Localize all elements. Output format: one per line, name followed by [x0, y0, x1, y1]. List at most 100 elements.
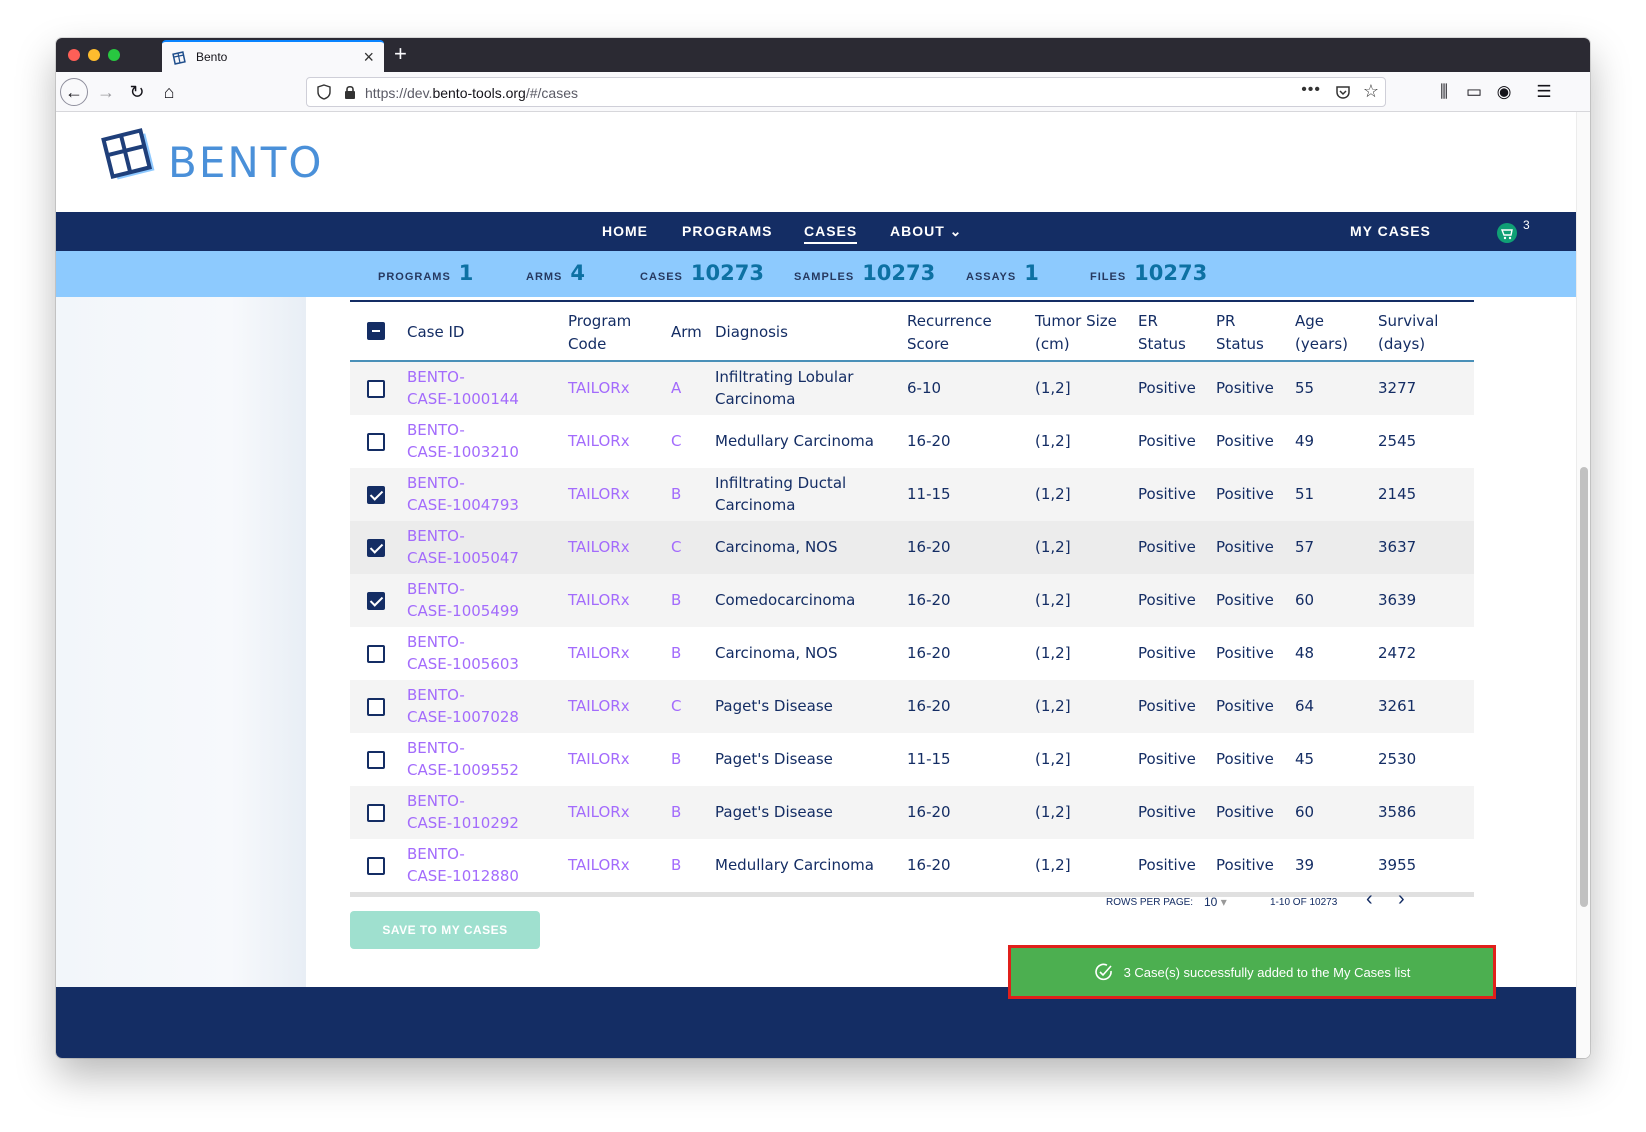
lock-icon[interactable] — [343, 84, 357, 100]
cell-program-code[interactable]: TAILORx — [568, 695, 630, 717]
bento-logo-icon[interactable] — [100, 126, 158, 184]
forward-arrow-icon[interactable]: → — [92, 78, 120, 106]
select-all-checkbox[interactable] — [367, 322, 385, 340]
header-recurrence-score[interactable]: Recurrence Score — [907, 310, 992, 356]
cell-arm[interactable]: B — [671, 748, 681, 770]
url-bar[interactable]: https://dev.bento-tools.org/#/cases ••• … — [306, 77, 1386, 107]
table-row[interactable]: BENTO- CASE-1005047 TAILORx C Carcinoma, NOS… — [350, 521, 1474, 574]
pocket-icon[interactable] — [1335, 84, 1351, 100]
page-actions-icon[interactable]: ••• — [1301, 81, 1321, 99]
cell-case-id[interactable]: BENTO- CASE-1005603 — [407, 631, 519, 675]
cell-case-id[interactable]: BENTO- CASE-1010292 — [407, 790, 519, 834]
cell-er-status: Positive — [1138, 644, 1196, 662]
header-age[interactable]: Age (years) — [1295, 310, 1348, 356]
close-tab-icon[interactable]: × — [363, 47, 374, 68]
table-row[interactable]: BENTO- CASE-1005499 TAILORx B Comedocarcinom… — [350, 574, 1474, 627]
header-case-id[interactable]: Case ID — [407, 321, 464, 344]
table-row[interactable]: BENTO- CASE-1005603 TAILORx B Carcinoma, NOS… — [350, 627, 1474, 680]
table-row[interactable]: BENTO- CASE-1004793 TAILORx B Infiltrating D… — [350, 468, 1474, 521]
minimize-window-button[interactable] — [88, 49, 100, 61]
row-checkbox[interactable] — [367, 857, 385, 875]
cell-program-code[interactable]: TAILORx — [568, 430, 630, 452]
nav-about[interactable]: ABOUT ⌄ — [890, 223, 962, 240]
new-tab-icon[interactable]: + — [394, 41, 407, 67]
hamburger-menu-icon[interactable]: ☰ — [1532, 80, 1556, 104]
table-row[interactable]: BENTO- CASE-1009552 TAILORx B Paget's Diseas… — [350, 733, 1474, 786]
zoom-window-button[interactable] — [108, 49, 120, 61]
cell-tumor-size: (1,2] — [1035, 644, 1071, 662]
cell-case-id[interactable]: BENTO- CASE-1005499 — [407, 578, 519, 622]
cell-arm[interactable]: B — [671, 642, 681, 664]
sidebar-toggle-icon[interactable]: ▭ — [1462, 80, 1486, 104]
table-row[interactable]: BENTO- CASE-1010292 TAILORx B Paget's Diseas… — [350, 786, 1474, 839]
cell-arm[interactable]: B — [671, 483, 681, 505]
save-to-my-cases-button[interactable]: SAVE TO MY CASES — [350, 911, 540, 949]
nav-home[interactable]: HOME — [602, 223, 648, 239]
cell-program-code[interactable]: TAILORx — [568, 642, 630, 664]
cell-case-id[interactable]: BENTO- CASE-1012880 — [407, 843, 519, 887]
back-arrow-icon[interactable]: ← — [60, 78, 88, 106]
cell-program-code[interactable]: TAILORx — [568, 854, 630, 876]
cell-program-code[interactable]: TAILORx — [568, 483, 630, 505]
page-scrollbar[interactable] — [1576, 112, 1590, 1058]
header-tumor-size[interactable]: Tumor Size (cm) — [1035, 310, 1117, 356]
cart-icon[interactable] — [1497, 223, 1517, 243]
scrollbar-thumb[interactable] — [1580, 467, 1588, 907]
table-row[interactable]: BENTO- CASE-1012880 TAILORx B Medullary Carc… — [350, 839, 1474, 892]
browser-tab[interactable]: Bento × — [162, 40, 384, 72]
cell-arm[interactable]: C — [671, 695, 681, 717]
bookmark-star-icon[interactable]: ☆ — [1363, 81, 1379, 102]
cell-case-id[interactable]: BENTO- CASE-1007028 — [407, 684, 519, 728]
cell-arm[interactable]: B — [671, 801, 681, 823]
cell-pr-status: Positive — [1216, 591, 1274, 609]
cell-case-id[interactable]: BENTO- CASE-1000144 — [407, 366, 519, 410]
tracking-shield-icon[interactable] — [317, 84, 331, 100]
header-er-status[interactable]: ER Status — [1138, 310, 1186, 356]
header-pr-status[interactable]: PR Status — [1216, 310, 1264, 356]
cell-case-id[interactable]: BENTO- CASE-1005047 — [407, 525, 519, 569]
cell-arm[interactable]: C — [671, 536, 681, 558]
row-checkbox[interactable] — [367, 539, 385, 557]
row-checkbox[interactable] — [367, 433, 385, 451]
account-icon[interactable]: ◉ — [1492, 80, 1516, 104]
row-checkbox[interactable] — [367, 751, 385, 769]
cell-survival: 2545 — [1378, 432, 1417, 450]
url-text[interactable]: https://dev.bento-tools.org/#/cases — [365, 85, 578, 101]
cell-program-code[interactable]: TAILORx — [568, 589, 630, 611]
cell-arm[interactable]: B — [671, 589, 681, 611]
previous-page-icon[interactable]: ‹ — [1366, 888, 1373, 911]
row-checkbox[interactable] — [367, 486, 385, 504]
cell-case-id[interactable]: BENTO- CASE-1003210 — [407, 419, 519, 463]
nav-cases[interactable]: CASES — [804, 223, 858, 244]
row-checkbox[interactable] — [367, 645, 385, 663]
cell-program-code[interactable]: TAILORx — [568, 801, 630, 823]
cell-arm[interactable]: B — [671, 854, 681, 876]
cell-arm[interactable]: C — [671, 430, 681, 452]
header-diagnosis[interactable]: Diagnosis — [715, 321, 788, 344]
reload-icon[interactable]: ↻ — [123, 78, 151, 106]
cell-program-code[interactable]: TAILORx — [568, 536, 630, 558]
rows-per-page-select[interactable]: 10 ▾ — [1204, 895, 1227, 909]
nav-programs[interactable]: PROGRAMS — [682, 223, 772, 239]
library-icon[interactable]: ⫼ — [1432, 80, 1456, 104]
close-window-button[interactable] — [68, 49, 80, 61]
table-row[interactable]: BENTO- CASE-1003210 TAILORx C Medullary Carc… — [350, 415, 1474, 468]
row-checkbox[interactable] — [367, 804, 385, 822]
header-program-code[interactable]: Program Code — [568, 310, 631, 356]
cell-program-code[interactable]: TAILORx — [568, 377, 630, 399]
table-row[interactable]: BENTO- CASE-1000144 TAILORx A Infiltrating L… — [350, 362, 1474, 415]
home-icon[interactable]: ⌂ — [155, 78, 183, 106]
header-survival[interactable]: Survival (days) — [1378, 310, 1438, 356]
header-arm[interactable]: Arm — [671, 321, 702, 344]
cell-arm[interactable]: A — [671, 377, 681, 399]
cell-case-id[interactable]: BENTO- CASE-1009552 — [407, 737, 519, 781]
cell-program-code[interactable]: TAILORx — [568, 748, 630, 770]
row-checkbox[interactable] — [367, 380, 385, 398]
logo-wordmark[interactable]: BENTO — [168, 138, 323, 187]
nav-my-cases[interactable]: MY CASES — [1350, 223, 1431, 239]
table-row[interactable]: BENTO- CASE-1007028 TAILORx C Paget's Diseas… — [350, 680, 1474, 733]
row-checkbox[interactable] — [367, 698, 385, 716]
cell-case-id[interactable]: BENTO- CASE-1004793 — [407, 472, 519, 516]
next-page-icon[interactable]: › — [1398, 888, 1405, 911]
row-checkbox[interactable] — [367, 592, 385, 610]
